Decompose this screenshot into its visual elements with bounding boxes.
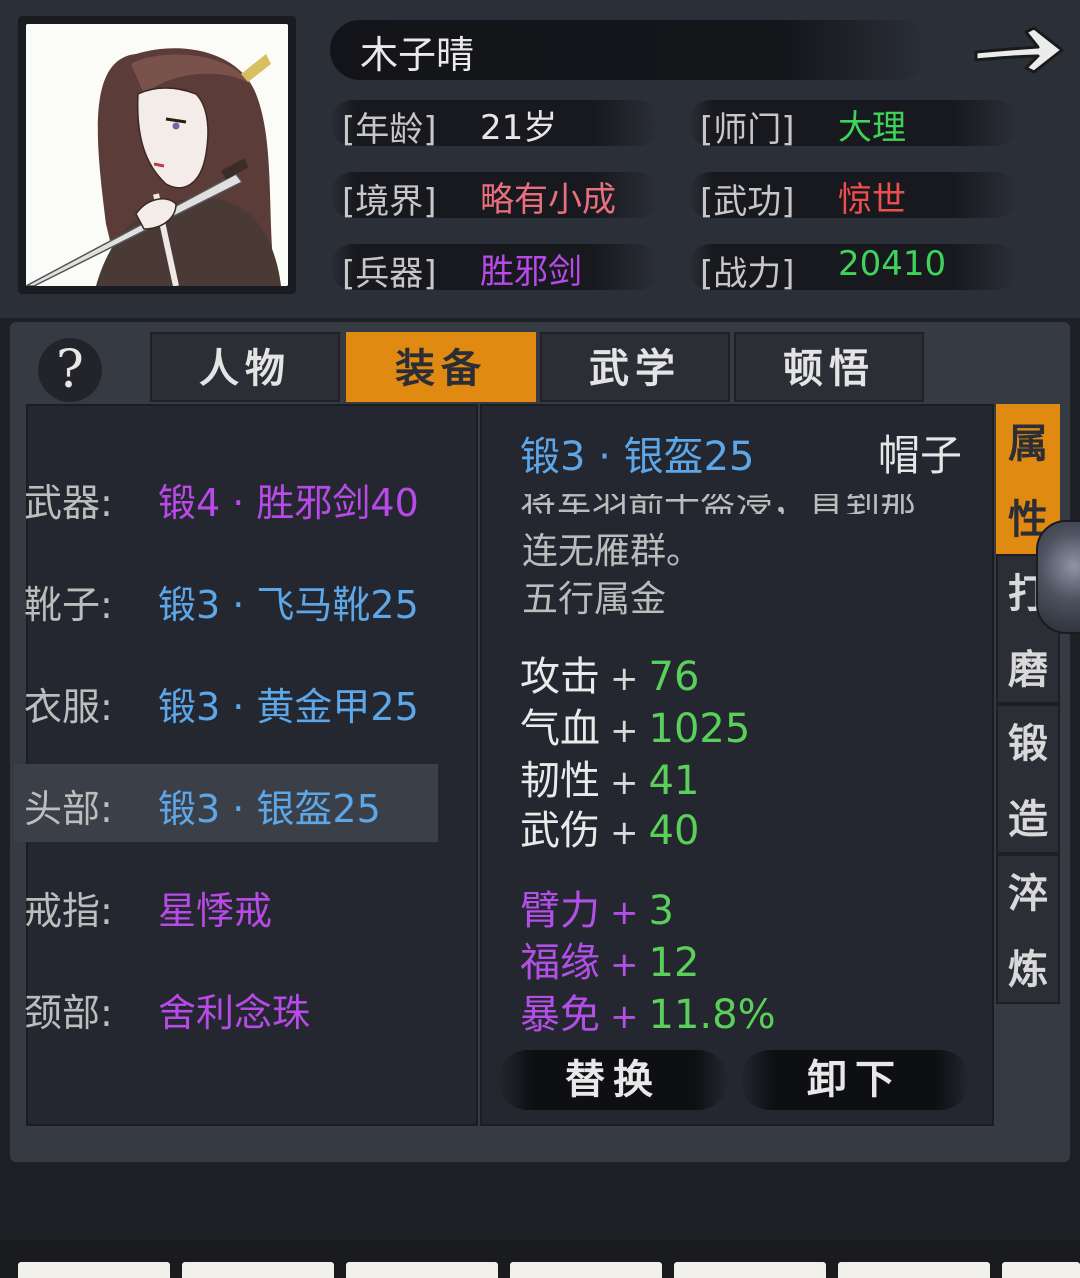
stat-row: 武伤 +40 [520,798,699,854]
bonus-stat-row: 臂力 +3 [520,878,674,934]
slot-label: 戒指: [24,889,113,933]
slot-item: 锻3 · 银盔25 [158,787,381,831]
slot-weapon[interactable]: 武器: 锻4 · 胜邪剑40 [14,458,438,536]
side-tab-label: 淬炼 [1008,870,1048,993]
stat-value: 40 [648,808,700,854]
replace-button[interactable]: 替换 [498,1050,728,1110]
slot-boots[interactable]: 靴子: 锻3 · 飞马靴25 [14,560,438,638]
slot-label: 靴子: [24,583,113,627]
slot-item: 舍利念珠 [158,991,311,1035]
slot-item: 星悸戒 [158,889,273,933]
stat-name: 攻击 [520,654,600,700]
slot-ring[interactable]: 戒指: 星悸戒 [14,866,438,944]
party-member-thumbnail[interactable] [838,1262,990,1278]
slot-label: 武器: [24,481,113,525]
stat-name: 臂力 [520,888,600,934]
stat-value: 11.8% [648,992,776,1038]
slot-label: 头部: [24,787,113,831]
plus-sign: + [610,813,639,853]
side-tab-forge[interactable]: 锻造 [996,704,1060,854]
weapon-label: [兵器] [342,254,437,294]
slot-head[interactable]: 头部: 锻3 · 银盔25 [14,764,438,842]
slot-neck[interactable]: 颈部: 舍利念珠 [14,968,438,1046]
question-icon[interactable]: ? [38,338,102,402]
party-member-thumbnail[interactable] [674,1262,826,1278]
plus-sign: + [610,711,639,751]
power-value: 20410 [838,244,947,284]
plus-sign: + [610,763,639,803]
weapon-value: 胜邪剑 [480,252,582,292]
tab-character[interactable]: 人物 [150,332,340,402]
right-arrow-icon[interactable] [968,14,1068,84]
realm-value: 略有小成 [480,180,616,220]
slot-item: 锻4 · 胜邪剑40 [158,481,419,525]
item-description-scroll[interactable]: 将军羽箭千盔浸，直到那 [520,494,980,514]
slot-label: 衣服: [24,685,113,729]
character-portrait [26,24,288,286]
stat-value: 3 [648,888,674,934]
plus-sign: + [610,945,639,985]
character-name: 木子晴 [360,33,475,77]
slot-item: 锻3 · 黄金甲25 [158,685,419,729]
tab-enlightenment[interactable]: 顿悟 [734,332,924,402]
portrait-drawing [26,24,288,286]
side-tab-temper[interactable]: 淬炼 [996,854,1060,1004]
unequip-button[interactable]: 卸下 [740,1050,970,1110]
stat-value: 12 [648,940,700,986]
party-member-thumbnail[interactable] [182,1262,334,1278]
scroll-ornament-icon [1036,520,1080,634]
item-description-partial: 将军羽箭千盔浸，直到那 [520,494,916,514]
slot-item: 锻3 · 飞马靴25 [158,583,419,627]
side-tab-label: 锻造 [1008,720,1048,843]
slot-label: 颈部: [24,991,113,1035]
party-member-thumbnail[interactable] [510,1262,662,1278]
martial-value: 惊世 [838,180,906,220]
plus-sign: + [610,659,639,699]
stat-value: 76 [648,654,700,700]
item-description-line: 连无雁群。 [522,531,703,572]
stat-value: 1025 [648,706,751,752]
slot-clothes[interactable]: 衣服: 锻3 · 黄金甲25 [14,662,438,740]
plus-sign: + [610,997,639,1037]
stat-row: 韧性 +41 [520,748,699,804]
item-title: 锻3 · 银盔25 [520,434,755,480]
stat-name: 武伤 [520,808,600,854]
stat-row: 攻击 +76 [520,644,699,700]
party-member-thumbnail[interactable] [18,1262,170,1278]
realm-label: [境界] [342,182,437,222]
tab-equipment[interactable]: 装备 [346,332,536,402]
age-label: [年龄] [342,110,437,150]
stat-row: 气血 +1025 [520,696,750,752]
age-value: 21岁 [480,108,558,148]
sect-label: [师门] [700,110,795,150]
party-member-thumbnail[interactable] [346,1262,498,1278]
stat-name: 福缘 [520,940,600,986]
stat-name: 气血 [520,706,600,752]
bonus-stat-row: 福缘 +12 [520,930,699,986]
plus-sign: + [610,893,639,933]
stat-name: 暴免 [520,992,600,1038]
power-label: [战力] [700,254,795,294]
item-type: 帽子 [878,431,963,480]
tab-martial-arts[interactable]: 武学 [540,332,730,402]
party-member-thumbnail[interactable] [1002,1262,1080,1278]
sect-value: 大理 [838,108,906,148]
martial-label: [武功] [700,182,795,222]
item-description-line: 五行属金 [522,579,667,620]
bonus-stat-row: 暴免 +11.8% [520,982,776,1038]
